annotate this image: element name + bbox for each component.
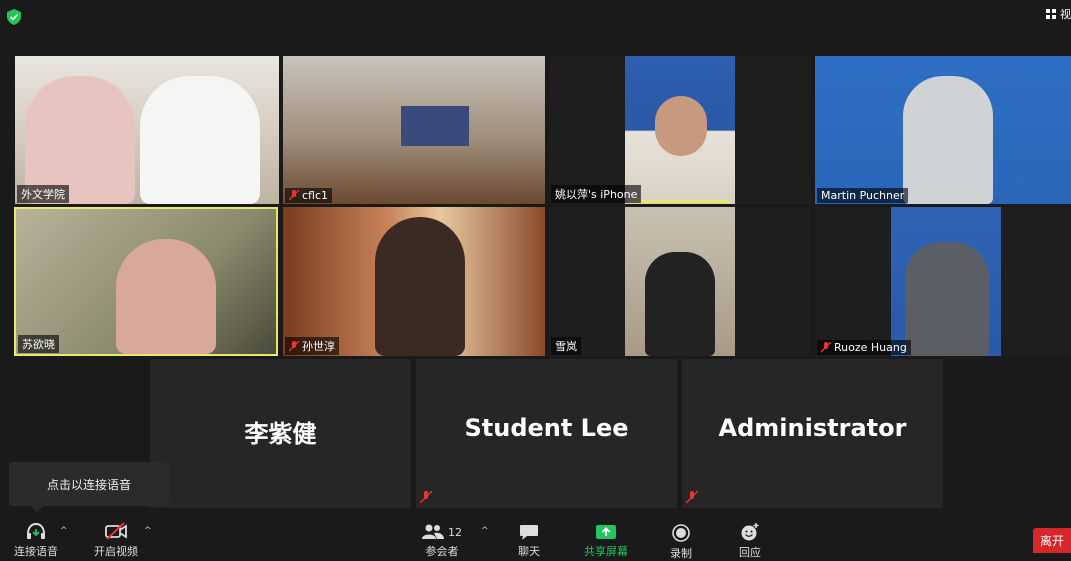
join-audio-label: 连接语音	[14, 545, 58, 558]
participants-count: 12	[448, 525, 462, 539]
start-video-label: 开启视频	[94, 545, 138, 558]
meeting-toolbar: 连接语音 ^ 开启视频 ^ 12 参会者 ^ 聊天 共享屏幕 录制 回应	[0, 516, 1071, 560]
share-screen-label: 共享屏幕	[584, 545, 628, 558]
muted-mic-icon	[420, 491, 432, 504]
participant-name-label: 苏欲晓	[18, 335, 59, 353]
leave-button[interactable]: 离开	[1033, 528, 1071, 553]
top-bar: 视	[0, 0, 1071, 36]
video-tile-suyuxiao[interactable]: 苏欲晓	[14, 207, 278, 356]
reactions-button[interactable]: 回应	[739, 522, 761, 560]
view-button[interactable]: 视	[1046, 6, 1071, 22]
join-audio-button[interactable]: 连接语音	[14, 522, 58, 559]
start-video-button[interactable]: 开启视频	[94, 522, 138, 559]
reactions-label: 回应	[739, 546, 761, 559]
video-tile-waiwen[interactable]: 外文学院	[15, 56, 279, 204]
record-icon	[672, 524, 690, 542]
person-silhouette	[905, 242, 989, 356]
leave-label: 离开	[1039, 534, 1064, 548]
grid-view-icon	[1046, 9, 1056, 19]
participant-name-label: Martin Puchner	[817, 188, 909, 203]
participants-button[interactable]: 12 参会者	[422, 524, 462, 559]
name-tile-student-lee[interactable]: Student Lee	[416, 359, 677, 508]
participant-display-name: 李紫健	[244, 420, 317, 448]
chat-button[interactable]: 聊天	[518, 524, 540, 559]
smiley-add-icon	[741, 523, 759, 541]
participants-options-caret[interactable]: ^	[481, 526, 489, 536]
view-label: 视	[1060, 8, 1071, 21]
person-silhouette	[140, 76, 260, 204]
connect-audio-tooltip: 点击以连接语音	[9, 462, 169, 512]
active-speaker-underline	[631, 200, 729, 203]
person-silhouette	[375, 217, 465, 356]
video-tile-cflc1[interactable]: cflc1	[283, 56, 545, 204]
screen-in-room	[401, 106, 469, 146]
participants-icon	[422, 524, 444, 539]
participant-display-name: Administrator	[718, 414, 907, 442]
person-silhouette	[655, 96, 707, 156]
participant-name-label: 孙世淳	[285, 337, 339, 355]
participants-label: 参会者	[425, 545, 459, 558]
participant-name-label: 外文学院	[17, 185, 69, 203]
person-silhouette	[116, 239, 216, 354]
video-off-icon	[105, 522, 127, 540]
share-screen-icon	[596, 525, 616, 539]
participant-name-label: 姚以萍's iPhone	[551, 185, 642, 203]
muted-mic-icon	[289, 340, 299, 351]
participant-name-label: 雪岚	[551, 337, 581, 355]
video-tile-sunshichun[interactable]: 孙世淳	[283, 207, 545, 356]
tooltip-text: 点击以连接语音	[46, 477, 131, 492]
person-silhouette	[903, 76, 993, 204]
share-screen-button[interactable]: 共享屏幕	[584, 524, 628, 559]
shield-icon[interactable]	[7, 9, 21, 25]
video-options-caret[interactable]: ^	[144, 526, 152, 536]
chat-label: 聊天	[518, 545, 540, 558]
chat-icon	[520, 525, 538, 540]
audio-options-caret[interactable]: ^	[60, 526, 68, 536]
record-button[interactable]: 录制	[670, 524, 692, 561]
video-tile-yaoyiping[interactable]: 姚以萍's iPhone	[549, 56, 811, 204]
video-tile-xuelan[interactable]: 雪岚	[549, 207, 811, 356]
person-silhouette	[645, 252, 715, 356]
name-tile-lizijian[interactable]: 李紫健	[150, 359, 411, 508]
muted-mic-icon	[289, 190, 299, 201]
video-tile-ruoze[interactable]: Ruoze Huang	[815, 207, 1071, 356]
muted-mic-icon	[686, 491, 698, 504]
participant-name-label: Ruoze Huang	[817, 340, 911, 355]
name-tile-administrator[interactable]: Administrator	[682, 359, 943, 508]
muted-mic-icon	[821, 342, 831, 353]
participant-name-label: cflc1	[285, 188, 333, 203]
record-label: 录制	[670, 547, 692, 560]
participant-display-name: Student Lee	[464, 414, 629, 442]
headphones-icon	[27, 522, 45, 539]
video-tile-martin[interactable]: Martin Puchner	[815, 56, 1071, 204]
